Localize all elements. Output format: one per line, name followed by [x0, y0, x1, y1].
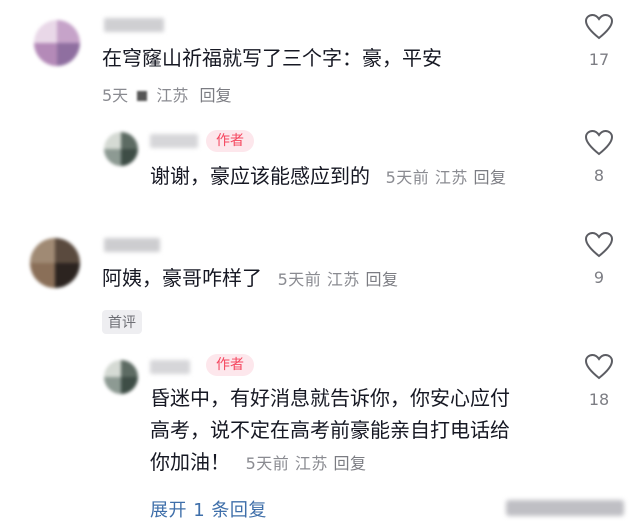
- reply-item: 作者 昏迷中，有好消息就告诉你，你安心应付 高考，说不定在高考前豪能亲自打电话给…: [0, 348, 640, 488]
- reply-button[interactable]: 回复: [333, 454, 366, 473]
- heart-outline-icon: [585, 130, 613, 156]
- username-blurred[interactable]: [104, 238, 160, 252]
- reply-text-line: 昏迷中，有好消息就告诉你，你安心应付: [150, 386, 510, 410]
- comment-item: 在穹窿山祈福就写了三个字：豪，平安 5天 江苏 回复 17: [0, 0, 640, 110]
- username-blurred[interactable]: [150, 134, 198, 148]
- reply-item: 作者 谢谢，豪应该能感应到的 5天前 江苏 回复 8: [0, 120, 640, 210]
- like-button[interactable]: 8: [579, 130, 619, 185]
- comment-location: 江苏: [294, 454, 328, 473]
- comment-text: 昏迷中，有好消息就告诉你，你安心应付 高考，说不定在高考前豪能亲自打电话给 你加…: [150, 382, 570, 480]
- avatar[interactable]: [104, 360, 138, 394]
- like-button[interactable]: 17: [579, 14, 619, 69]
- comment-text: 阿姨，豪哥咋样了 5天前 江苏 回复: [102, 262, 399, 296]
- comment-location: 江苏: [434, 168, 468, 187]
- reply-text-line: 高考，说不定在高考前豪能亲自打电话给: [150, 418, 510, 442]
- expand-replies-link[interactable]: 展开 1 条回复: [150, 496, 267, 522]
- like-count: 9: [593, 268, 605, 287]
- heart-outline-icon: [585, 354, 613, 380]
- redaction-block: [137, 91, 148, 101]
- reply-button[interactable]: 回复: [199, 86, 231, 105]
- reply-text-line: 你加油！: [150, 450, 230, 474]
- comment-body: 阿姨，豪哥咋样了: [102, 266, 262, 290]
- like-count: 18: [588, 390, 610, 409]
- like-button[interactable]: 18: [579, 354, 619, 409]
- like-button[interactable]: 9: [579, 232, 619, 287]
- avatar[interactable]: [30, 238, 80, 288]
- comment-location: 江苏: [326, 270, 360, 289]
- reply-text: 谢谢，豪应该能感应到的: [150, 164, 370, 188]
- reply-button[interactable]: 回复: [473, 168, 506, 187]
- like-count: 8: [593, 166, 605, 185]
- username-blurred[interactable]: [150, 360, 190, 374]
- heart-outline-icon: [585, 14, 613, 40]
- comment-meta: 5天 江苏 回复: [102, 82, 232, 106]
- author-badge: 作者: [206, 130, 254, 152]
- comment-item: 阿姨，豪哥咋样了 5天前 江苏 回复 首评 9: [0, 228, 640, 338]
- comment-text: 在穹窿山祈福就写了三个字：豪，平安: [102, 46, 442, 70]
- comment-time: 5天前: [277, 270, 322, 289]
- comment-time: 5天: [102, 86, 129, 105]
- heart-outline-icon: [585, 232, 613, 258]
- watermark-blurred: [506, 500, 624, 516]
- username-blurred[interactable]: [104, 18, 164, 32]
- first-comment-badge: 首评: [102, 310, 142, 334]
- like-count: 17: [588, 50, 610, 69]
- avatar[interactable]: [104, 132, 138, 166]
- avatar[interactable]: [34, 20, 80, 66]
- comment-text: 谢谢，豪应该能感应到的 5天前 江苏 回复: [150, 160, 507, 194]
- author-badge: 作者: [206, 354, 254, 376]
- comment-location: 江苏: [156, 86, 189, 105]
- reply-button[interactable]: 回复: [365, 270, 398, 289]
- comment-time: 5天前: [245, 454, 290, 473]
- comment-time: 5天前: [385, 168, 430, 187]
- reply-text-last-line: 你加油！ 5天前 江苏 回复: [150, 446, 570, 480]
